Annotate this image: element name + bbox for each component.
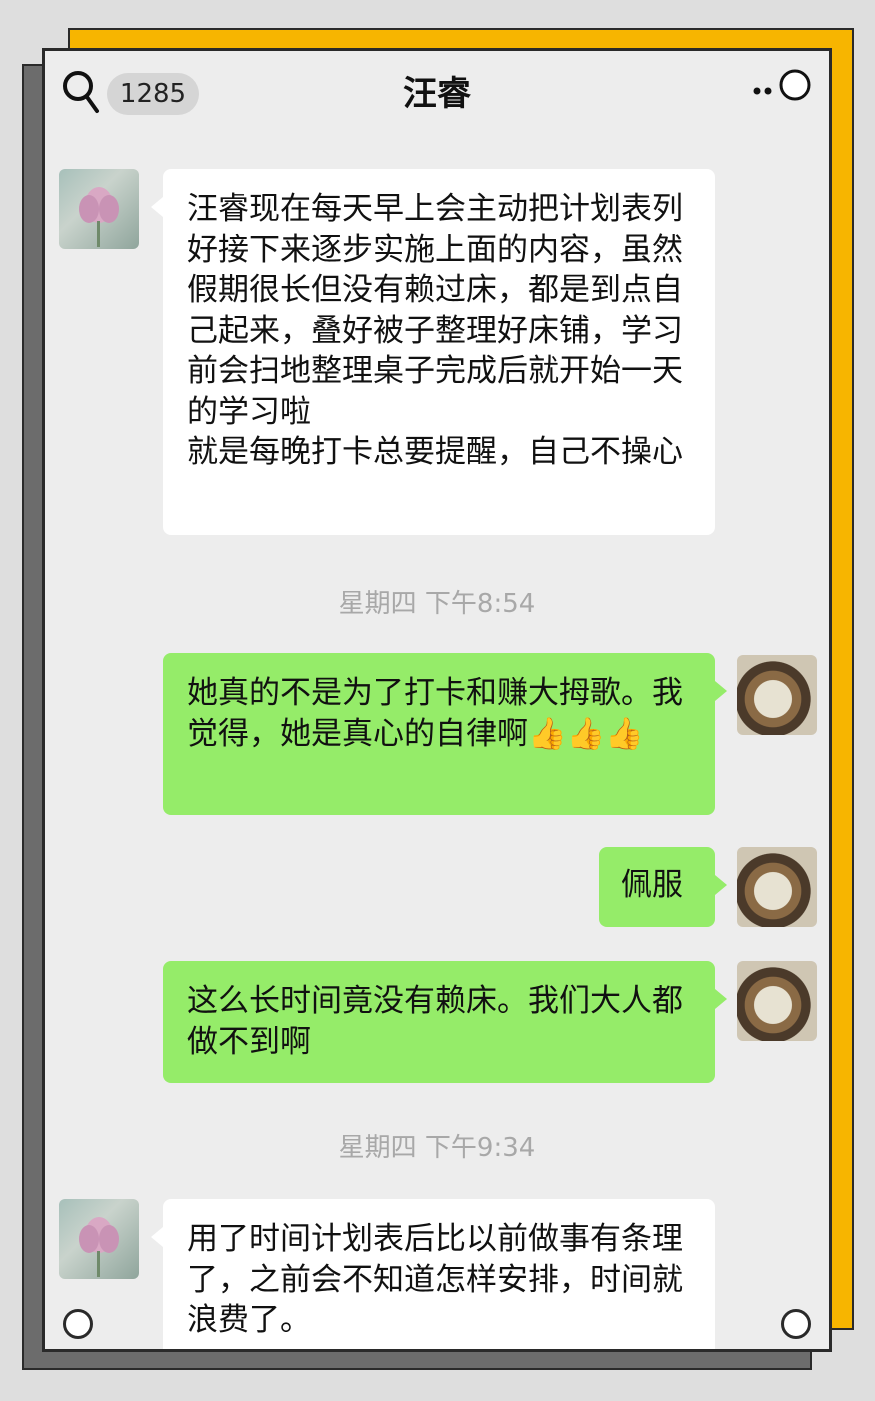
message-timestamp: 星期四 下午9:34 [338,1133,536,1163]
message-bubble-outgoing[interactable]: 佩服 [599,847,727,927]
chat-screen: 汪睿现在每天早上会主动把计划表列好接下来逐步实施上面的内容，虽然假期很长但没有赖… [42,48,832,1352]
page-title: 汪睿 [403,74,471,114]
message-bubble-outgoing[interactable]: 她真的不是为了打卡和赚大拇歌。我觉得，她是真心的自律啊👍👍👍 [163,653,727,815]
my-avatar[interactable] [737,961,817,1041]
contact-avatar[interactable] [59,1199,139,1279]
message-bubble-incoming[interactable]: 汪睿现在每天早上会主动把计划表列好接下来逐步实施上面的内容，虽然假期很长但没有赖… [151,169,715,535]
message-bubble-outgoing[interactable]: 这么长时间竟没有赖床。我们大人都做不到啊 [163,961,727,1083]
more-icon[interactable] [751,65,815,109]
corner-decoration-dot [781,1309,811,1339]
contact-avatar[interactable] [59,169,139,249]
message-timestamp: 星期四 下午8:54 [338,589,536,619]
my-avatar[interactable] [737,655,817,735]
my-avatar[interactable] [737,847,817,927]
lotus-avatar-icon [79,1217,119,1277]
corner-decoration-dot [63,1309,93,1339]
message-list[interactable]: 汪睿现在每天早上会主动把计划表列好接下来逐步实施上面的内容，虽然假期很长但没有赖… [45,51,829,1349]
lotus-avatar-icon [79,187,119,247]
chat-header: 1285 汪睿 [45,51,829,135]
message-bubble-incoming[interactable]: 用了时间计划表后比以前做事有条理了，之前会不知道怎样安排，时间就浪费了。 [151,1199,715,1349]
